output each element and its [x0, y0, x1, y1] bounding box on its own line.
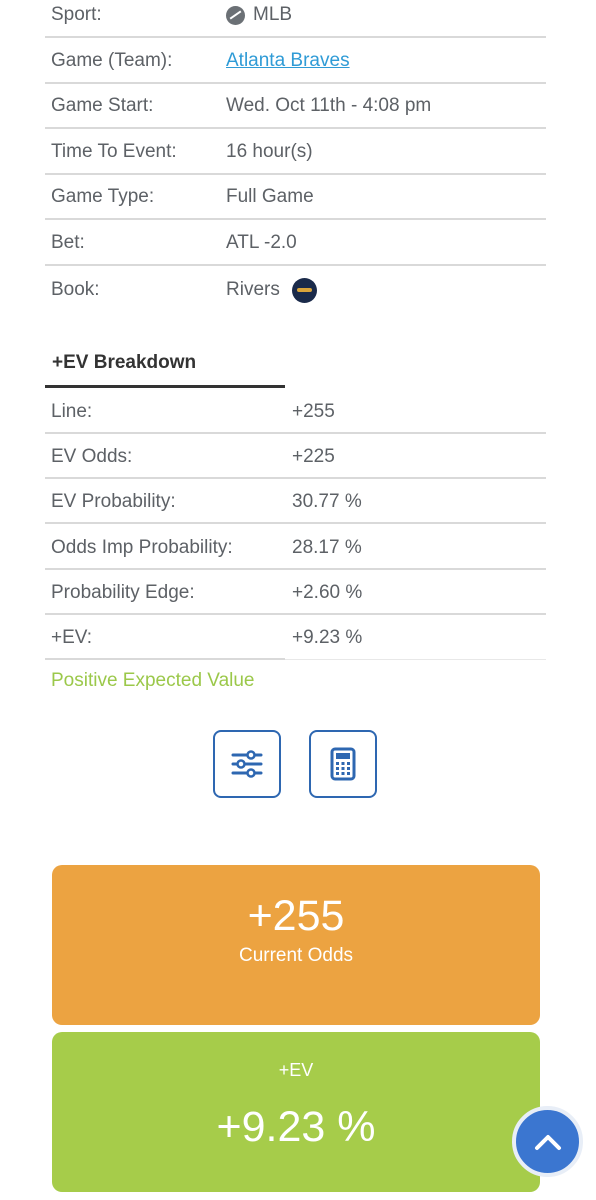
divider: [45, 658, 285, 660]
start-label: Game Start:: [51, 95, 154, 116]
breakdown-row-implied-probability: Odds Imp Probability: 28.17 %: [45, 525, 546, 570]
type-label: Game Type:: [51, 186, 155, 207]
ev-verdict: Positive Expected Value: [51, 670, 255, 691]
divider: [285, 659, 546, 660]
breakdown-row-probability-edge: Probability Edge: +2.60 %: [45, 570, 546, 615]
breakdown-row-line: Line: +255: [45, 389, 546, 434]
implied-probability-value: 28.17 %: [292, 537, 362, 558]
breakdown-title: +EV Breakdown: [52, 352, 197, 373]
breakdown-row-ev-probability: EV Probability: 30.77 %: [45, 479, 546, 524]
ev-odds-value: +225: [292, 446, 335, 467]
baseball-icon: [226, 5, 245, 25]
calculator-icon: [330, 747, 356, 781]
breakdown-row-ev: +EV: +9.23 %: [45, 615, 546, 660]
breakdown-title-underline: [45, 385, 285, 388]
ev-card-label: +EV: [278, 1060, 314, 1080]
sliders-icon: [231, 750, 263, 778]
chevron-up-icon: [534, 1134, 561, 1150]
detail-row-book: Book: Rivers: [45, 268, 546, 312]
ev-probability-label: EV Probability:: [51, 491, 176, 512]
current-odds-card: +255 Current Odds: [52, 865, 540, 1025]
time-value: 16 hour(s): [226, 141, 313, 162]
ev-card: +EV +9.23 %: [52, 1032, 540, 1192]
breakdown-row-ev-odds: EV Odds: +225: [45, 434, 546, 479]
ev-card-value: +9.23 %: [216, 1103, 376, 1151]
detail-row-type: Game Type: Full Game: [45, 176, 546, 220]
ev-probability-value: 30.77 %: [292, 491, 362, 512]
bet-value: ATL -2.0: [226, 232, 297, 253]
detail-row-sport: Sport: MLB: [45, 0, 546, 38]
ev-value: +9.23 %: [292, 627, 363, 648]
rivers-logo-icon: [291, 277, 317, 303]
current-odds-value: +255: [247, 892, 345, 940]
team-link[interactable]: Atlanta Braves: [226, 50, 350, 72]
sport-label: Sport:: [51, 4, 102, 25]
line-value: +255: [292, 401, 335, 422]
probability-edge-value: +2.60 %: [292, 582, 363, 603]
game-label: Game (Team):: [51, 50, 173, 71]
settings-button[interactable]: [213, 730, 281, 798]
bet-label: Bet:: [51, 232, 85, 253]
sport-value: MLB: [253, 4, 293, 25]
start-value: Wed. Oct 11th - 4:08 pm: [226, 95, 432, 116]
current-odds-label: Current Odds: [238, 945, 354, 966]
book-label: Book:: [51, 279, 100, 300]
implied-probability-label: Odds Imp Probability:: [51, 537, 233, 558]
time-label: Time To Event:: [51, 141, 177, 162]
calculator-button[interactable]: [309, 730, 377, 798]
divider: [45, 522, 546, 524]
book-value: Rivers: [226, 279, 280, 300]
detail-row-time: Time To Event: 16 hour(s): [45, 131, 546, 175]
line-label: Line:: [51, 401, 93, 422]
detail-row-start: Game Start: Wed. Oct 11th - 4:08 pm: [45, 85, 546, 129]
scroll-to-top-button[interactable]: [512, 1106, 583, 1177]
ev-odds-label: EV Odds:: [51, 446, 133, 467]
type-value: Full Game: [226, 186, 314, 207]
detail-row-bet: Bet: ATL -2.0: [45, 222, 546, 266]
ev-label: +EV:: [51, 627, 93, 648]
detail-row-game: Game (Team): Atlanta Braves: [45, 40, 546, 84]
probability-edge-label: Probability Edge:: [51, 582, 195, 603]
